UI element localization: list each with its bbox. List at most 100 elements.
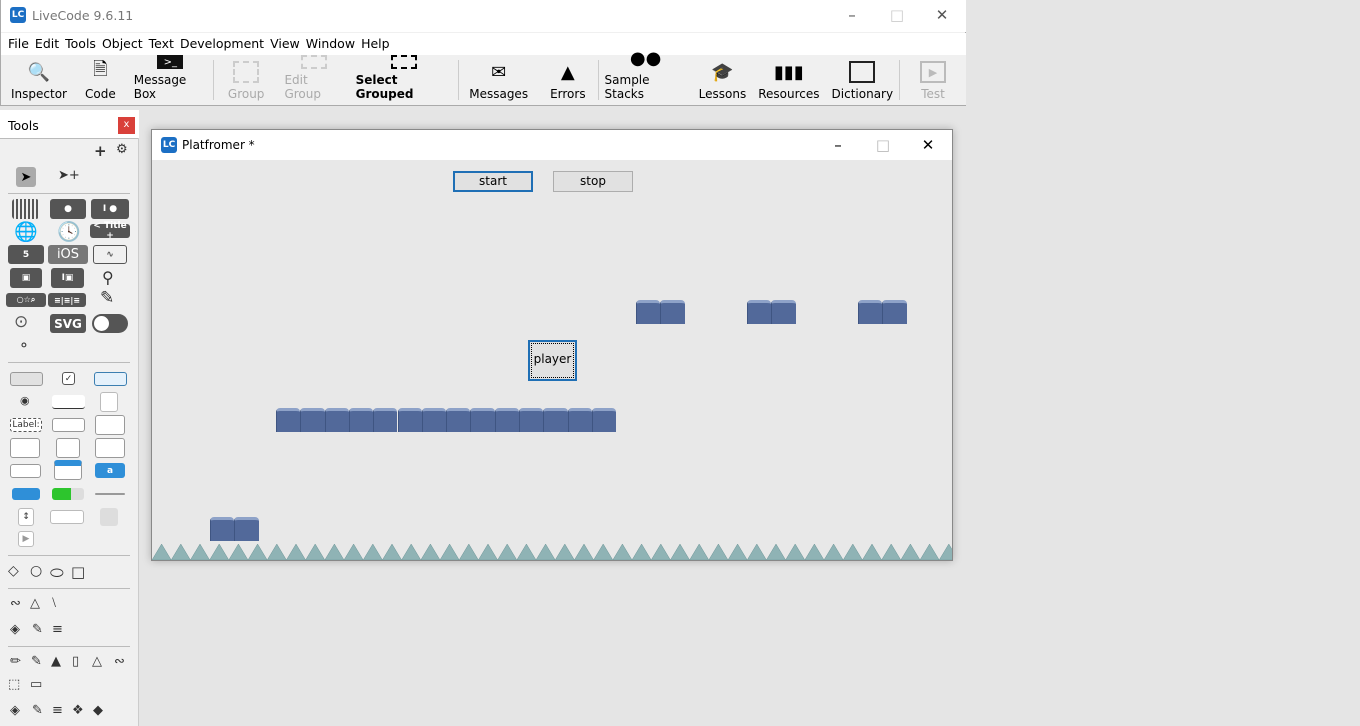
progress-bar-tool-icon[interactable] [52, 488, 84, 500]
barcode-widget-icon[interactable] [12, 199, 39, 219]
table-tool-icon[interactable] [10, 438, 40, 458]
slider-tool-icon[interactable] [95, 493, 125, 495]
browse-tool-arrow-icon[interactable]: ➤ [16, 167, 36, 187]
maximize-button[interactable]: □ [860, 130, 906, 160]
radio-button-tool-icon[interactable]: ◉ [20, 394, 30, 407]
field-tool-icon[interactable] [52, 395, 85, 409]
menu-edit[interactable]: Edit [32, 33, 62, 55]
rectangle-tool-icon[interactable]: □ [71, 563, 85, 581]
ios-button-icon[interactable]: iOS [48, 245, 88, 264]
code-button[interactable]: 🗎 Code [73, 55, 128, 105]
menu-tools[interactable]: Tools [62, 33, 99, 55]
data-grid-tool-icon[interactable] [95, 438, 125, 458]
list-field-tool-icon[interactable] [95, 415, 125, 435]
eraser-tool-icon[interactable]: ▭ [30, 677, 42, 692]
maximize-button[interactable]: □ [874, 0, 920, 30]
minimize-button[interactable]: – [829, 0, 875, 30]
spinner-widget-icon[interactable]: ⊙ [14, 312, 28, 332]
tab-panel-tool-icon[interactable] [54, 460, 82, 480]
pulldown-menu-tool-icon[interactable] [12, 488, 40, 500]
oval-tool-icon[interactable]: ○ [30, 563, 42, 579]
menu-window[interactable]: Window [303, 33, 358, 55]
test-button[interactable]: ▶ Test [900, 55, 966, 105]
freehand-tool-icon[interactable]: ∾ [10, 596, 21, 611]
scrollbar-tool-icon[interactable] [50, 510, 84, 524]
player-button[interactable]: player [528, 340, 577, 381]
sample-stacks-button[interactable]: ●● Sample Stacks [599, 48, 693, 105]
little-arrows-tool-icon[interactable]: ↕ [18, 508, 34, 526]
combo-box-tool-icon[interactable]: a [95, 463, 125, 478]
mac-field-icon[interactable]: I▣ [51, 268, 84, 288]
scrolling-field-tool-icon[interactable] [100, 392, 118, 412]
html5-icon[interactable]: 5 [8, 245, 44, 264]
spray-tool-icon[interactable]: ▯ [72, 654, 79, 669]
tree-view-widget-icon[interactable]: ⚬ [18, 338, 30, 354]
brush-tool-icon[interactable]: ✎ [31, 654, 42, 669]
close-button[interactable]: ✕ [905, 130, 951, 160]
default-button-tool-icon[interactable] [94, 372, 127, 386]
minimize-button[interactable]: – [815, 130, 861, 160]
navigation-bar-icon[interactable]: ○☆⌕ [6, 293, 46, 307]
browser-widget-icon[interactable]: 🌐 [14, 220, 38, 243]
inspector-button[interactable]: 🔍 Inspector [1, 55, 73, 105]
rounded-rect-tool-icon[interactable]: ⬭ [50, 563, 64, 583]
dictionary-button[interactable]: Dictionary [826, 55, 900, 105]
line-graph-widget-icon[interactable]: ∿ [93, 245, 127, 264]
add-icon[interactable]: + [94, 142, 107, 160]
button-tool-icon[interactable] [10, 372, 43, 386]
pointer-tool-icon[interactable]: ➤+ [58, 168, 80, 183]
regular-polygon-tool-icon[interactable]: ◇ [8, 563, 19, 579]
player-tool-icon[interactable]: ▶ [18, 531, 34, 547]
pen-tool-icon[interactable]: ✎ [32, 622, 43, 637]
select-grouped-button[interactable]: Select Grouped [350, 55, 459, 105]
line-tool-icon[interactable]: ⧵ [52, 596, 56, 611]
paint-pattern-icon[interactable]: ❖ [72, 703, 84, 718]
select-tool-icon[interactable]: ⬚ [8, 677, 20, 692]
menu-help[interactable]: Help [358, 33, 393, 55]
bucket-tool-icon[interactable]: ▲ [51, 654, 61, 669]
message-box-button[interactable]: >_ Message Box [128, 55, 213, 105]
lessons-button[interactable]: 🎓 Lessons [693, 55, 753, 105]
resources-button[interactable]: ▮▮▮ Resources [752, 55, 825, 105]
line-width-icon[interactable]: ≡ [52, 622, 63, 637]
image-tool-icon[interactable] [100, 508, 118, 526]
header-bar-widget-icon[interactable]: < Title + [90, 221, 130, 241]
polygon-tool-icon[interactable]: △ [30, 596, 40, 611]
menu-file[interactable]: File [5, 33, 32, 55]
checkbox-tool-icon[interactable]: ✓ [62, 372, 75, 385]
mac-button-icon[interactable]: ▣ [10, 268, 42, 288]
paint-line-width-icon[interactable]: ≡ [52, 703, 63, 718]
fill-tool-icon[interactable]: ◈ [10, 622, 20, 637]
svg-widget-icon[interactable]: SVG [50, 314, 86, 333]
errors-button[interactable]: ▲ Errors [538, 55, 598, 105]
android-field-icon[interactable]: I ● [91, 199, 129, 219]
menu-view[interactable]: View [267, 33, 303, 55]
paint-shape-icon[interactable]: ◆ [93, 703, 103, 718]
menu-development[interactable]: Development [177, 33, 267, 55]
start-button[interactable]: start [453, 171, 533, 192]
stop-button[interactable]: stop [553, 171, 633, 192]
text-entry-tool-icon[interactable] [52, 418, 85, 432]
switch-widget-icon[interactable] [92, 314, 128, 333]
group-button[interactable]: Group [214, 55, 279, 105]
signature-widget-icon[interactable]: ✎ [100, 288, 114, 308]
paint-pen-color-icon[interactable]: ✎ [32, 703, 43, 718]
menu-text[interactable]: Text [146, 33, 177, 55]
edit-group-button[interactable]: Edit Group [278, 55, 349, 105]
paint-fill-color-icon[interactable]: ◈ [10, 703, 20, 718]
segmented-control-icon[interactable]: ≡|≡|≡ [48, 293, 86, 307]
pencil-tool-icon[interactable]: ✏ [10, 654, 21, 669]
option-menu-tool-icon[interactable] [10, 464, 41, 478]
paint-curve-tool-icon[interactable]: ∾ [114, 654, 125, 669]
map-pin-icon[interactable]: ⚲ [102, 268, 114, 287]
clock-widget-icon[interactable]: 🕓 [57, 220, 81, 243]
menu-object[interactable]: Object [99, 33, 146, 55]
scrolling-list-tool-icon[interactable] [56, 438, 80, 458]
label-tool-icon[interactable]: Label: [10, 418, 42, 432]
paint-polygon-tool-icon[interactable]: △ [92, 654, 102, 669]
gear-icon[interactable]: ⚙ [116, 142, 128, 157]
close-button[interactable]: ✕ [919, 0, 965, 30]
close-palette-button[interactable]: x [118, 117, 135, 134]
android-button-icon[interactable]: ● [50, 199, 86, 219]
messages-button[interactable]: ✉ Messages [459, 55, 538, 105]
